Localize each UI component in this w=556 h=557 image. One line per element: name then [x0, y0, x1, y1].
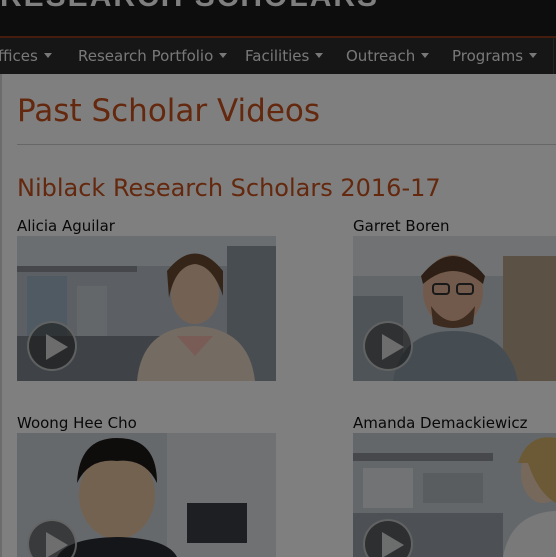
modal-backdrop[interactable] — [0, 0, 556, 557]
page: RESEARCH SCHOLARS ffices Research Portfo… — [0, 0, 556, 557]
